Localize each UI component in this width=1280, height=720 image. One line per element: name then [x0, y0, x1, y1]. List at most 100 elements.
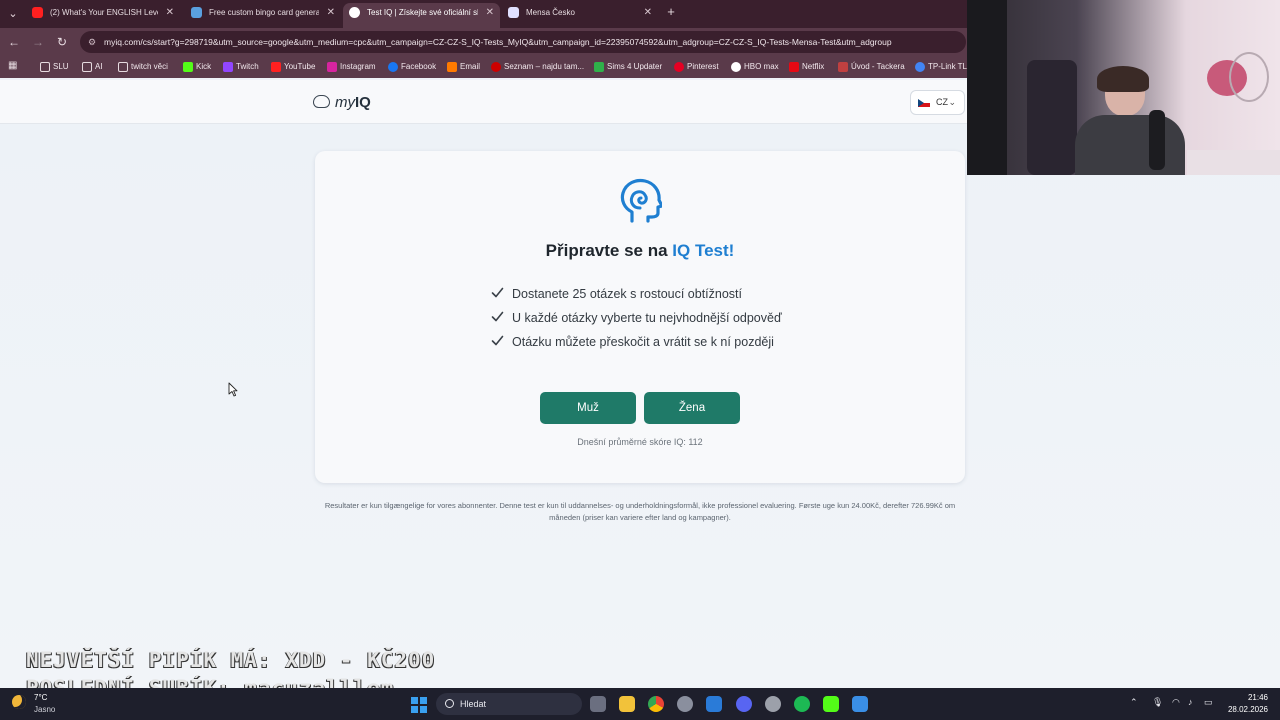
task-view-icon[interactable] — [590, 696, 606, 712]
photos-icon[interactable] — [706, 696, 722, 712]
seznam-icon — [491, 62, 501, 72]
tab-bingo[interactable]: Free custom bingo card generator ✕ — [185, 3, 341, 28]
webcam-dark-edge — [967, 0, 1007, 175]
weather-temperature[interactable]: 7°C — [34, 693, 47, 702]
site-info-icon[interactable]: ⚙ — [88, 31, 96, 53]
list-item-text: Dostanete 25 otázek s rostoucí obtížnost… — [512, 287, 742, 301]
tab-search-chevron-icon[interactable]: ⌄ — [4, 5, 22, 23]
pinterest-icon — [674, 62, 684, 72]
instagram-icon — [327, 62, 337, 72]
logo-prefix: my — [335, 94, 355, 111]
windows-taskbar: 7°C Jasno Hledat ⌃ 🎙 ◠ ♪ ▭ 21:46 28.02.2… — [0, 688, 1280, 720]
bookmark-email[interactable]: Email — [447, 61, 480, 73]
tray-chevron-up-icon[interactable]: ⌃ — [1130, 697, 1138, 708]
logo-bold: IQ — [355, 94, 371, 111]
bookmark-youtube[interactable]: YouTube — [271, 61, 315, 73]
volume-icon[interactable]: ♪ — [1188, 697, 1193, 707]
checkmark-icon — [491, 311, 504, 322]
bookmark-hbo-max[interactable]: HBO max — [731, 61, 779, 73]
close-icon[interactable]: ✕ — [327, 3, 335, 23]
email-icon — [447, 62, 457, 72]
youtube-icon — [32, 7, 43, 18]
tab-myiq[interactable]: Test IQ | Získejte své oficiální skóre ✕ — [343, 3, 500, 28]
notepad-icon[interactable] — [852, 696, 868, 712]
tab-title: Test IQ | Získejte své oficiální skóre — [367, 8, 478, 17]
apps-grid-icon[interactable]: ▦ — [8, 60, 17, 71]
kick-icon — [183, 62, 193, 72]
discord-icon[interactable] — [736, 696, 752, 712]
obs-icon[interactable] — [765, 696, 781, 712]
tab-mensa[interactable]: Mensa Česko ✕ — [502, 3, 658, 28]
twitch-icon — [223, 62, 233, 72]
chrome-icon[interactable] — [648, 696, 664, 712]
new-tab-plus-icon[interactable]: + — [664, 4, 678, 19]
checkmark-icon — [491, 335, 504, 346]
mouse-cursor-icon — [228, 382, 238, 397]
forward-arrow-icon[interactable]: → — [30, 34, 46, 50]
instructions-list: Dostanete 25 otázek s rostoucí obtížnost… — [491, 284, 831, 356]
list-item: Otázku můžete přeskočit a vrátit se k ní… — [491, 332, 831, 356]
bookmark-twitch-veci[interactable]: twitch věci — [118, 61, 168, 73]
bookmark-slu[interactable]: SLU — [40, 61, 69, 73]
webcam-chair — [1027, 60, 1077, 175]
taskbar-clock-time[interactable]: 21:46 — [1240, 693, 1268, 702]
tab-english-level[interactable]: (2) What's Your ENGLISH Level? ✕ — [26, 3, 180, 28]
chevron-down-icon: ⌄ — [948, 97, 956, 107]
webcam-desk — [1187, 150, 1280, 175]
reload-icon[interactable]: ↻ — [54, 34, 70, 50]
close-icon[interactable]: ✕ — [644, 3, 652, 23]
mensa-icon — [508, 7, 519, 18]
bookmark-instagram[interactable]: Instagram — [327, 61, 376, 73]
facebook-icon — [388, 62, 398, 72]
bookmark-tackera[interactable]: Úvod - Tackera — [838, 61, 905, 73]
bookmark-tp-link[interactable]: TP-Link TL- — [915, 61, 968, 73]
tab-title: (2) What's Your ENGLISH Level? — [50, 8, 158, 17]
myiq-icon — [349, 7, 360, 18]
wifi-icon[interactable]: ◠ — [1172, 697, 1180, 708]
disclaimer-text: Resultater er kun tilgængelige for vores… — [324, 501, 956, 522]
webcam-mirror — [1229, 52, 1269, 102]
bookmark-sims-updater[interactable]: Sims 4 Updater — [594, 61, 662, 73]
bookmark-facebook[interactable]: Facebook — [388, 61, 436, 73]
bookmark-pinterest[interactable]: Pinterest — [674, 61, 719, 73]
spotify-icon[interactable] — [794, 696, 810, 712]
weather-description[interactable]: Jasno — [34, 705, 55, 714]
address-bar[interactable]: ⚙ myiq.com/cs/start?g=298719&utm_source=… — [80, 31, 966, 53]
list-item: Dostanete 25 otázek s rostoucí obtížnost… — [491, 284, 831, 308]
windows-start-icon[interactable] — [411, 697, 427, 713]
female-button[interactable]: Žena — [644, 392, 740, 424]
back-arrow-icon[interactable]: ← — [6, 34, 22, 50]
sims-icon — [594, 62, 604, 72]
bookmark-netflix[interactable]: Netflix — [789, 61, 824, 73]
file-explorer-icon[interactable] — [619, 696, 635, 712]
google-icon — [915, 62, 925, 72]
stream-overlay-top-donor: NEJVĚTŠÍ PIPÍK MÁ: XDD - KČ200 — [26, 648, 436, 672]
bookmark-twitch[interactable]: Twitch — [223, 61, 259, 73]
moon-weather-icon[interactable] — [12, 695, 26, 709]
bookmark-seznam[interactable]: Seznam – najdu tam... — [491, 61, 584, 73]
search-placeholder: Hledat — [460, 699, 487, 709]
bookmark-ai[interactable]: AI — [82, 61, 103, 73]
czech-flag-icon — [918, 99, 930, 107]
kick-icon[interactable] — [823, 696, 839, 712]
webcam-torso — [1075, 115, 1185, 175]
bookmark-kick[interactable]: Kick — [183, 61, 211, 73]
card-title: Připravte se na IQ Test! — [315, 241, 965, 261]
iq-test-intro-card: Připravte se na IQ Test! Dostanete 25 ot… — [315, 151, 965, 483]
tab-title: Mensa Česko — [526, 8, 575, 17]
settings-gear-icon[interactable] — [677, 696, 693, 712]
folder-icon — [118, 62, 128, 72]
close-icon[interactable]: ✕ — [486, 3, 494, 23]
male-button[interactable]: Muž — [540, 392, 636, 424]
close-icon[interactable]: ✕ — [166, 3, 174, 23]
taskbar-search[interactable]: Hledat — [436, 693, 582, 715]
list-item-text: U každé otázky vyberte tu nejvhodnější o… — [512, 311, 782, 325]
battery-icon[interactable]: ▭ — [1204, 697, 1213, 708]
checkmark-icon — [491, 287, 504, 298]
webcam-microphone — [1149, 110, 1165, 170]
microphone-icon[interactable]: 🎙 — [1152, 697, 1163, 708]
myiq-logo[interactable]: myIQ — [313, 94, 371, 111]
taskbar-clock-date[interactable]: 28.02.2026 — [1226, 705, 1268, 714]
title-accent: IQ Test! — [672, 241, 735, 260]
language-select[interactable]: CZ ⌄ — [910, 90, 965, 115]
